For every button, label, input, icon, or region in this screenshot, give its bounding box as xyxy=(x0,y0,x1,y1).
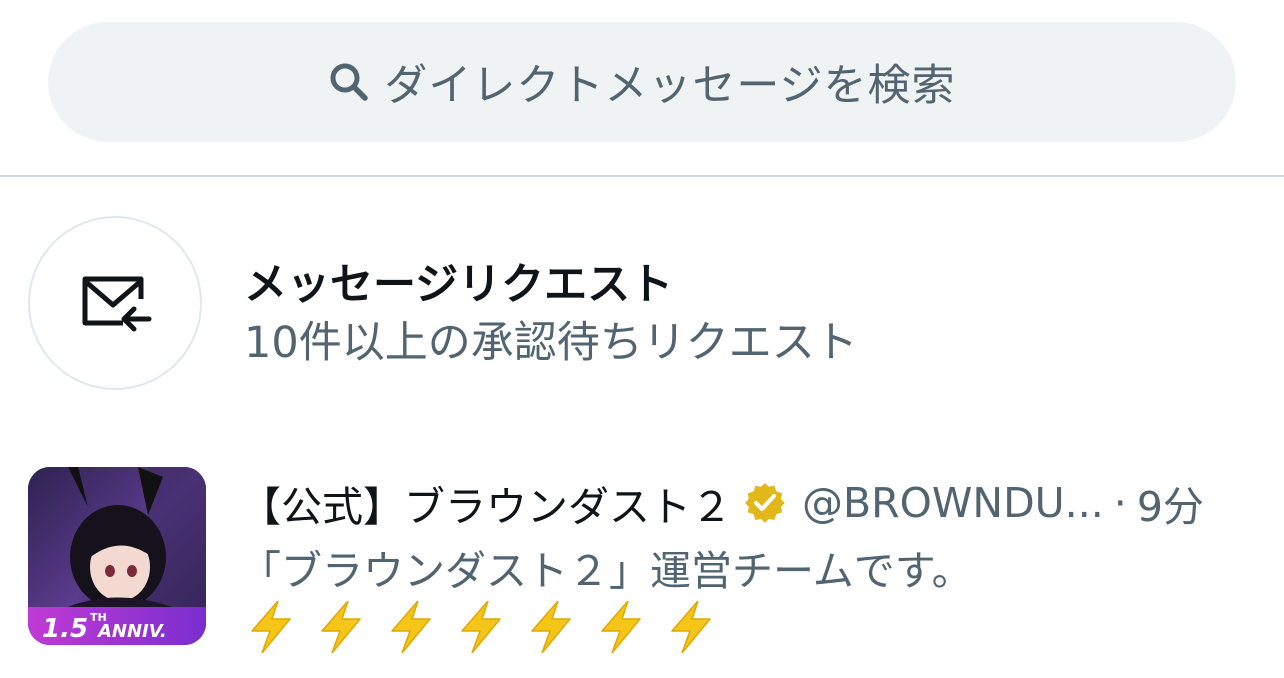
conversation-header: 【公式】ブラウンダスト２ @BROWNDU... · 9分 xyxy=(240,475,1204,531)
lightning-icon xyxy=(668,601,714,653)
lightning-icon xyxy=(318,601,364,653)
svg-text:1.5: 1.5 xyxy=(42,614,88,644)
lightning-icon xyxy=(388,601,434,653)
lightning-icon xyxy=(248,601,294,653)
mail-incoming-icon xyxy=(75,261,155,345)
search-icon xyxy=(328,61,370,103)
conversation-item[interactable]: 1.5 TH ANNIV. 【公式】ブラウンダスト２ @BROWNDU... ·… xyxy=(0,455,1284,665)
conversation-time: 9分 xyxy=(1136,483,1204,531)
message-requests-subtitle: 10件以上の承認待ちリクエスト xyxy=(244,318,858,368)
emoji-row xyxy=(248,601,714,653)
message-requests-title: メッセージリクエスト xyxy=(244,260,674,310)
search-bar[interactable]: ダイレクトメッセージを検索 xyxy=(48,22,1236,142)
message-requests-icon-circle xyxy=(28,216,202,390)
verified-badge-icon xyxy=(744,482,786,524)
conversation-name: 【公式】ブラウンダスト２ xyxy=(240,483,732,531)
lightning-icon xyxy=(528,601,574,653)
divider xyxy=(0,175,1284,177)
conversation-handle: @BROWNDU... xyxy=(802,479,1104,527)
svg-text:ANNIV.: ANNIV. xyxy=(96,621,167,642)
avatar[interactable]: 1.5 TH ANNIV. xyxy=(28,467,206,645)
search-placeholder: ダイレクトメッセージを検索 xyxy=(384,61,956,111)
lightning-icon xyxy=(458,601,504,653)
lightning-icon xyxy=(598,601,644,653)
message-requests-row[interactable]: メッセージリクエスト 10件以上の承認待ちリクエスト xyxy=(0,210,1284,400)
separator-dot: · xyxy=(1113,479,1127,527)
conversation-preview: 「ブラウンダスト２」運営チームです。 xyxy=(240,547,973,595)
